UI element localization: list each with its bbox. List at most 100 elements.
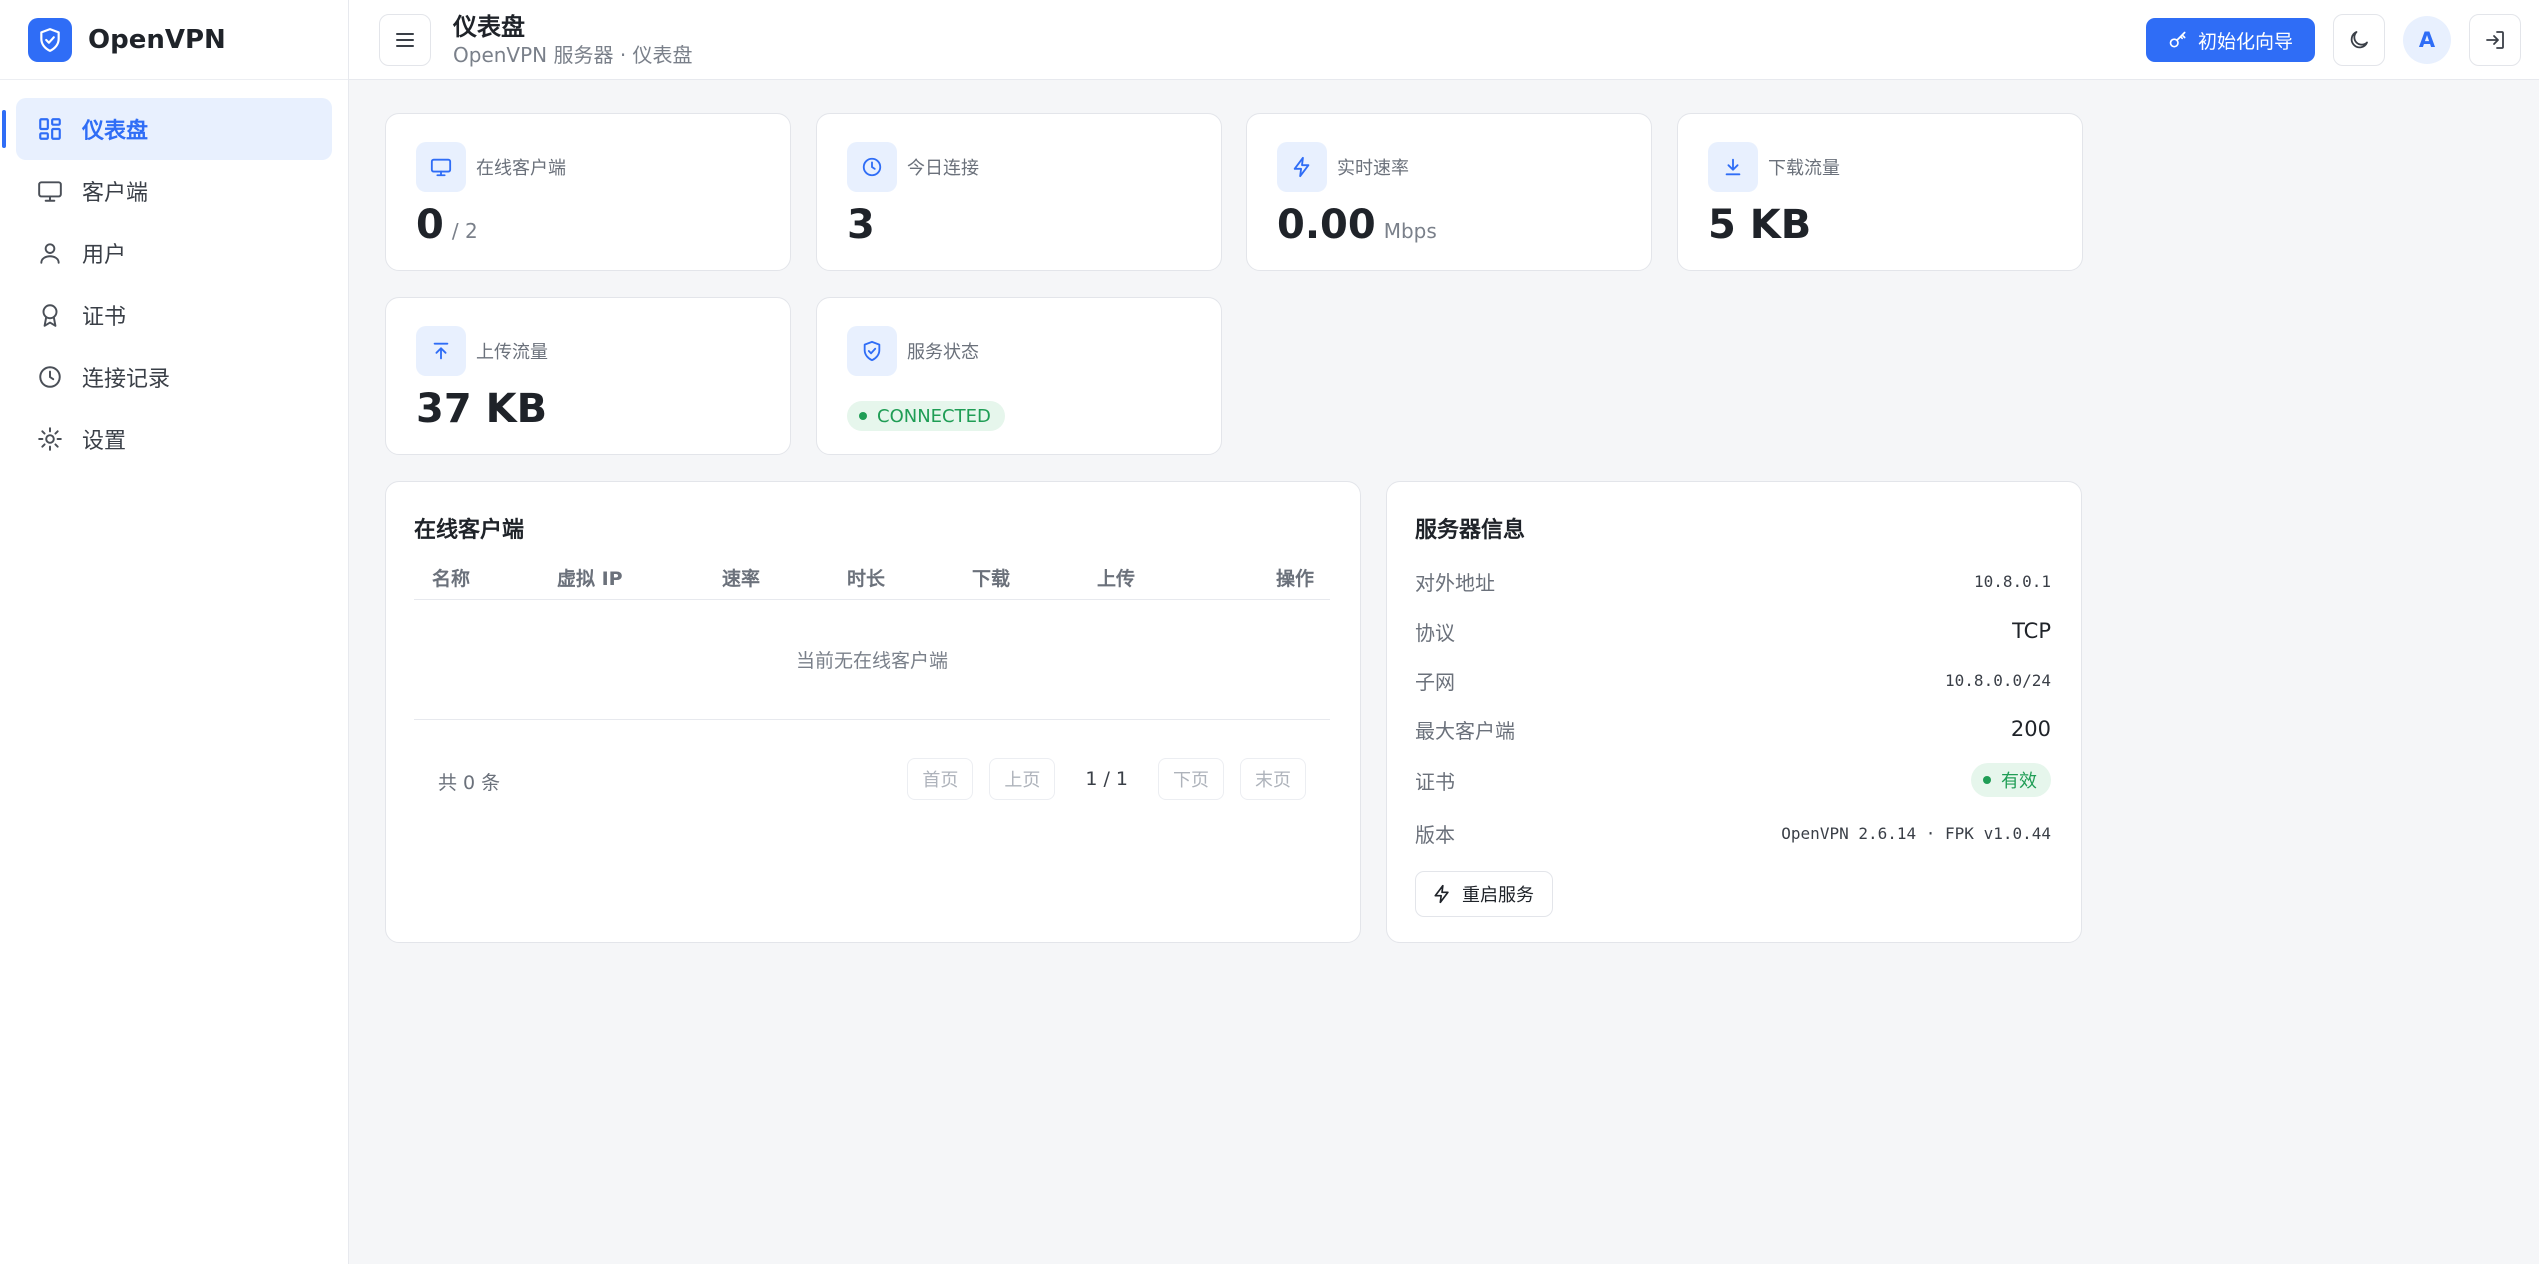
stat-unit: / 2	[451, 219, 478, 243]
sidebar-item-clients[interactable]: 客户端	[16, 160, 332, 222]
status-badge: CONNECTED	[847, 401, 1005, 431]
sidebar-item-label: 用户	[82, 243, 127, 268]
info-label: 子网	[1415, 669, 1455, 694]
stat-label: 上传流量	[476, 342, 548, 363]
upload-icon	[416, 326, 466, 376]
lightning-icon	[1434, 884, 1449, 904]
stat-value: 0.00	[1277, 202, 1376, 248]
stat-label: 今日连接	[907, 158, 979, 179]
header-actions: 初始化向导 A	[2145, 14, 2521, 66]
stat-label: 下载流量	[1768, 158, 1840, 179]
pagination: 首页 上页 1 / 1 下页 末页	[907, 758, 1306, 800]
column-header: 操作	[1275, 568, 1314, 590]
stat-label: 在线客户端	[476, 158, 566, 179]
brand[interactable]: OpenVPN	[0, 0, 348, 80]
info-label: 版本	[1415, 822, 1455, 847]
sidebar-item-settings[interactable]: 设置	[16, 408, 332, 470]
badge-text: 有效	[2001, 771, 2037, 792]
menu-toggle-button[interactable]	[379, 13, 431, 66]
restart-service-button[interactable]: 重启服务	[1415, 871, 1553, 917]
init-wizard-label: 初始化向导	[2197, 30, 2293, 53]
info-row-subnet: 子网 10.8.0.0/24	[1415, 665, 2051, 695]
stat-card-upload: 上传流量 37 KB	[385, 297, 791, 455]
logout-button[interactable]	[2469, 14, 2521, 66]
info-value: 10.8.0.0/24	[1945, 670, 2051, 690]
info-label: 协议	[1415, 620, 1455, 645]
certificate-status-badge: 有效	[1971, 763, 2051, 797]
info-row-public-address: 对外地址 10.8.0.1	[1415, 566, 2051, 596]
sidebar-item-dashboard[interactable]: 仪表盘	[2, 98, 332, 160]
lightning-icon	[1277, 142, 1327, 192]
hamburger-icon	[396, 32, 414, 47]
theme-toggle-button[interactable]	[2333, 14, 2385, 66]
total-count: 共 0 条	[438, 772, 501, 794]
status-dot-icon	[1983, 776, 1991, 784]
key-icon	[2169, 31, 2186, 48]
page-subtitle: OpenVPN 服务器 · 仪表盘	[453, 42, 693, 67]
sidebar-item-label: 客户端	[82, 181, 149, 206]
stat-card-download: 下载流量 5 KB	[1677, 113, 2083, 271]
logout-icon	[2486, 31, 2504, 49]
column-header: 速率	[722, 568, 761, 590]
sidebar-nav: 仪表盘 客户端 用户 证书 连接记录 设置	[0, 80, 348, 470]
stat-card-online-clients: 在线客户端 0 / 2	[385, 113, 791, 271]
column-header: 虚拟 IP	[557, 568, 623, 590]
stat-card-today-connections: 今日连接 3	[816, 113, 1222, 271]
stat-unit: Mbps	[1383, 219, 1437, 243]
shield-check-icon	[847, 326, 897, 376]
shield-check-icon	[28, 17, 72, 62]
empty-state: 当前无在线客户端	[414, 600, 1330, 720]
sidebar-item-certificates[interactable]: 证书	[16, 284, 332, 346]
init-wizard-button[interactable]: 初始化向导	[2145, 18, 2315, 62]
monitor-icon	[36, 177, 64, 205]
column-header: 名称	[432, 568, 471, 590]
last-page-button[interactable]: 末页	[1240, 758, 1306, 800]
info-row-version: 版本 OpenVPN 2.6.14 · FPK v1.0.44	[1415, 818, 2051, 848]
page-heading: 仪表盘 OpenVPN 服务器 · 仪表盘	[453, 12, 693, 68]
stat-value: 3	[847, 202, 875, 248]
table-header: 名称 虚拟 IP 速率 时长 下载 上传 操作	[414, 560, 1330, 600]
panel-title: 在线客户端	[414, 518, 525, 543]
moon-icon	[2350, 31, 2368, 49]
gear-icon	[36, 425, 64, 453]
page-info: 1 / 1	[1085, 768, 1128, 790]
info-label: 最大客户端	[1415, 718, 1515, 743]
info-value: 10.8.0.1	[1973, 571, 2051, 591]
column-header: 上传	[1097, 568, 1136, 590]
info-label: 证书	[1415, 769, 1455, 794]
stat-card-realtime-rate: 实时速率 0.00 Mbps	[1246, 113, 1652, 271]
clock-icon	[36, 363, 64, 391]
info-value: TCP	[2012, 619, 2051, 643]
sidebar-item-label: 证书	[82, 305, 127, 330]
user-icon	[36, 239, 64, 267]
download-icon	[1708, 142, 1758, 192]
award-icon	[36, 301, 64, 329]
info-row-max-clients: 最大客户端 200	[1415, 714, 2051, 744]
stat-card-service-status: 服务状态 CONNECTED	[816, 297, 1222, 455]
page-title: 仪表盘	[453, 12, 525, 41]
clock-icon	[847, 142, 897, 192]
status-dot-icon	[859, 412, 867, 420]
monitor-icon	[416, 142, 466, 192]
dashboard-icon	[36, 115, 64, 143]
prev-page-button[interactable]: 上页	[989, 758, 1056, 800]
online-clients-panel: 在线客户端 名称 虚拟 IP 速率 时长 下载 上传 操作 当前无在线客户端 共…	[385, 481, 1361, 943]
first-page-button[interactable]: 首页	[907, 758, 974, 800]
sidebar-item-connection-log[interactable]: 连接记录	[16, 346, 332, 408]
next-page-button[interactable]: 下页	[1158, 758, 1224, 800]
stat-value: 37 KB	[416, 386, 548, 432]
stat-value: 0	[416, 202, 444, 248]
avatar[interactable]: A	[2403, 16, 2451, 64]
sidebar-item-users[interactable]: 用户	[16, 222, 332, 284]
info-value: 200	[2010, 717, 2051, 741]
sidebar: OpenVPN 仪表盘 客户端 用户 证书 连接记录 设置	[0, 0, 349, 1264]
stat-label: 实时速率	[1337, 158, 1409, 179]
panel-title: 服务器信息	[1415, 518, 1526, 543]
column-header: 时长	[847, 568, 886, 590]
sidebar-item-label: 设置	[82, 429, 127, 454]
stat-label: 服务状态	[907, 342, 979, 363]
info-row-protocol: 协议 TCP	[1415, 616, 2051, 646]
info-value: OpenVPN 2.6.14 · FPK v1.0.44	[1781, 823, 2051, 843]
top-header: 仪表盘 OpenVPN 服务器 · 仪表盘 初始化向导 A	[349, 0, 2539, 80]
info-row-certificate: 证书 有效	[1415, 763, 2051, 797]
